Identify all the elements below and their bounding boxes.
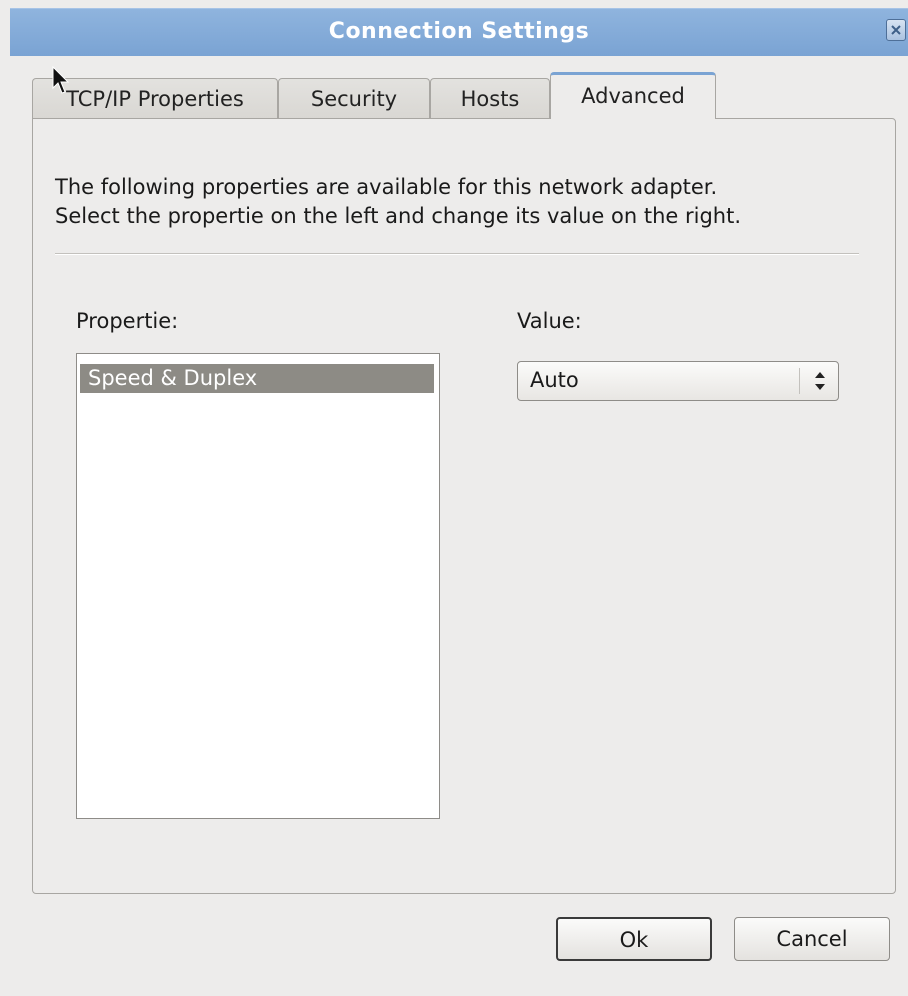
value-select[interactable]: Auto: [517, 361, 839, 401]
description-text: The following properties are available f…: [55, 173, 741, 231]
properties-label: Propertie:: [76, 309, 179, 333]
tab-security[interactable]: Security: [278, 78, 430, 118]
tab-advanced[interactable]: Advanced: [550, 72, 716, 119]
select-divider: [799, 368, 800, 394]
tab-hosts[interactable]: Hosts: [430, 78, 550, 118]
window-title: Connection Settings: [328, 19, 590, 44]
properties-listbox[interactable]: Speed & Duplex: [76, 353, 440, 819]
close-button[interactable]: [886, 19, 906, 41]
list-item[interactable]: Speed & Duplex: [80, 364, 434, 393]
value-label: Value:: [517, 309, 582, 333]
updown-arrows-icon: [815, 372, 825, 390]
tab-label: Security: [310, 87, 398, 111]
description-line: Select the propertie on the left and cha…: [55, 204, 742, 228]
close-icon: [891, 25, 901, 35]
description-line: The following properties are available f…: [55, 175, 718, 199]
connection-settings-dialog: Connection Settings TCP/IP Properties Se…: [0, 0, 908, 996]
separator: [55, 253, 859, 255]
cancel-button[interactable]: Cancel: [734, 917, 890, 961]
tab-label: TCP/IP Properties: [66, 87, 244, 111]
title-bar[interactable]: Connection Settings: [10, 8, 908, 56]
tab-label: Hosts: [460, 87, 520, 111]
mouse-cursor-icon: [52, 66, 70, 94]
tab-label: Advanced: [581, 84, 685, 108]
select-value: Auto: [530, 368, 579, 392]
advanced-panel: The following properties are available f…: [32, 118, 896, 894]
ok-button[interactable]: Ok: [556, 917, 712, 961]
